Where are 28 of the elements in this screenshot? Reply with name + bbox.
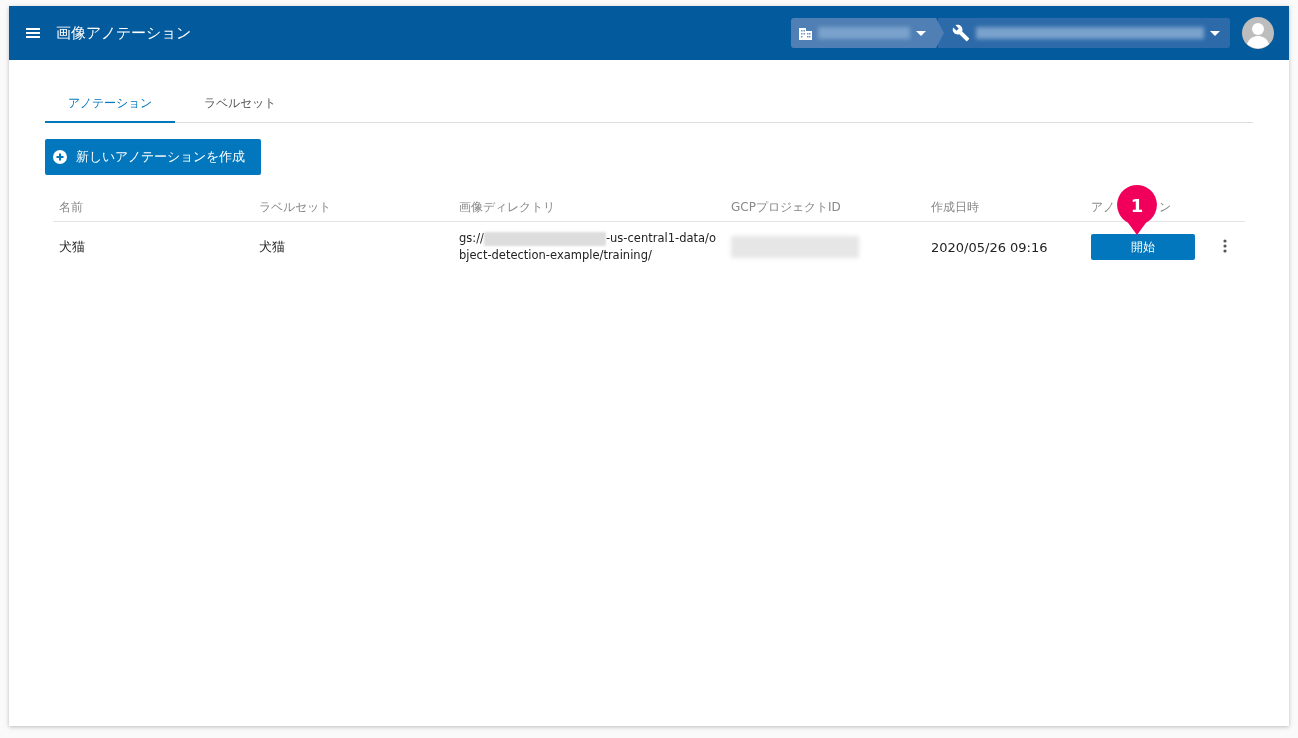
tab[interactable]: アノテーション bbox=[45, 88, 175, 123]
organization-selector[interactable] bbox=[791, 18, 944, 48]
table-cell: gs:// bbox=[459, 230, 484, 247]
column-header: ン bbox=[1159, 199, 1171, 214]
avatar-icon[interactable] bbox=[1242, 17, 1274, 49]
caret-icon bbox=[916, 30, 926, 36]
wrench-icon bbox=[952, 24, 970, 42]
start-button[interactable]: 開始 bbox=[1091, 234, 1195, 260]
more-icon[interactable] bbox=[1223, 238, 1227, 253]
menu-icon[interactable] bbox=[26, 28, 40, 38]
table-cell: -us-central1-data/o bbox=[605, 230, 716, 247]
create-annotation-button[interactable]: 新しいアノテーションを作成 bbox=[45, 139, 261, 175]
plus-circle-icon bbox=[53, 150, 67, 164]
column-header: GCPプロジェクトID bbox=[731, 199, 841, 214]
column-header: アノ bbox=[1091, 199, 1115, 214]
column-header: ラベルセット bbox=[259, 199, 331, 214]
table-cell: 犬猫 bbox=[259, 239, 285, 254]
step-marker: 1 bbox=[1117, 185, 1157, 235]
column-header: 名前 bbox=[59, 199, 83, 214]
building-icon bbox=[799, 26, 812, 40]
table-cell: bject-detection-example/training/ bbox=[459, 247, 652, 264]
caret-icon bbox=[1210, 30, 1220, 36]
tab[interactable]: ラベルセット bbox=[175, 88, 305, 123]
column-header: 作成日時 bbox=[931, 199, 979, 214]
column-header: 画像ディレクトリ bbox=[459, 199, 555, 214]
table-cell: 2020/05/26 09:16 bbox=[931, 239, 1048, 255]
app-title: 画像アノテーション bbox=[56, 23, 191, 43]
table-cell: 犬猫 bbox=[59, 239, 85, 254]
